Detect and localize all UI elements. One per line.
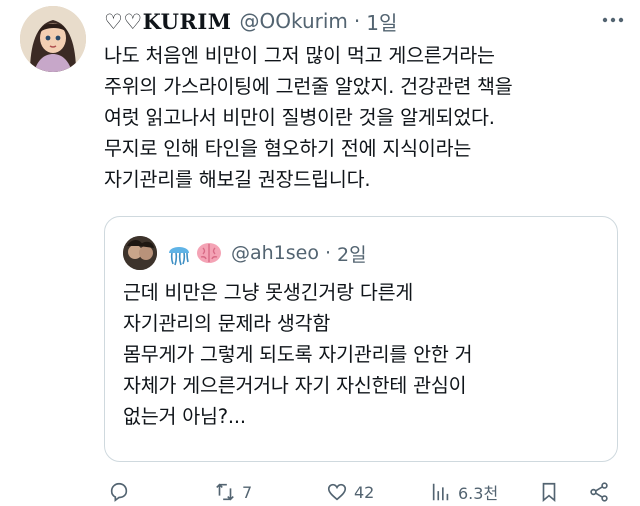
reply-button[interactable] — [108, 481, 136, 503]
quoted-tweet-body: 근데 비만은 그냥 못생긴거랑 다른게 자기관리의 문제라 생각함 몸무게가 그… — [123, 281, 473, 428]
views-count: 6.3천 — [458, 484, 499, 503]
retweet-button[interactable]: 7 — [214, 481, 252, 503]
reply-icon — [110, 482, 128, 502]
share-button[interactable] — [588, 481, 610, 503]
more-options-icon[interactable] — [600, 10, 626, 30]
tweet-time[interactable]: 1일 — [366, 7, 397, 36]
quoted-tweet-header: @ah1seo · 2일 — [123, 235, 367, 271]
quoted-author-avatar[interactable] — [123, 236, 157, 270]
author-avatar[interactable] — [20, 6, 86, 72]
quoted-tweet[interactable]: @ah1seo · 2일 근데 비만은 그냥 못생긴거랑 다른게 자기관리의 문… — [104, 216, 618, 462]
retweet-count: 7 — [242, 482, 253, 502]
retweet-icon — [216, 483, 234, 501]
bookmark-icon — [542, 482, 556, 503]
views-icon — [432, 483, 449, 501]
like-button[interactable]: 42 — [326, 481, 374, 503]
author-display-name[interactable]: ♡♡KURIM — [104, 9, 232, 34]
tweet-body: 나도 처음엔 비만이 그저 많이 먹고 게으른거라는 주위의 가스라이팅에 그런… — [104, 44, 513, 191]
views-button[interactable]: 6.3천 — [430, 480, 498, 504]
heart-icon — [327, 483, 347, 501]
share-icon — [590, 482, 608, 502]
quoted-author-handle[interactable]: @ah1seo — [231, 242, 319, 264]
separator-dot: · — [353, 9, 361, 33]
brain-icon — [195, 239, 223, 267]
bookmark-button[interactable] — [538, 481, 560, 503]
tweet-actions-bar: 7 42 6.3천 — [104, 478, 624, 506]
quoted-separator-dot: · — [325, 242, 332, 264]
tweet-header: ♡♡KURIM @OOkurim · 1일 — [104, 6, 620, 36]
quoted-tweet-time[interactable]: 2일 — [337, 240, 367, 267]
jellyfish-icon — [165, 239, 193, 267]
author-handle[interactable]: @OOkurim — [240, 9, 348, 33]
like-count: 42 — [354, 482, 375, 502]
